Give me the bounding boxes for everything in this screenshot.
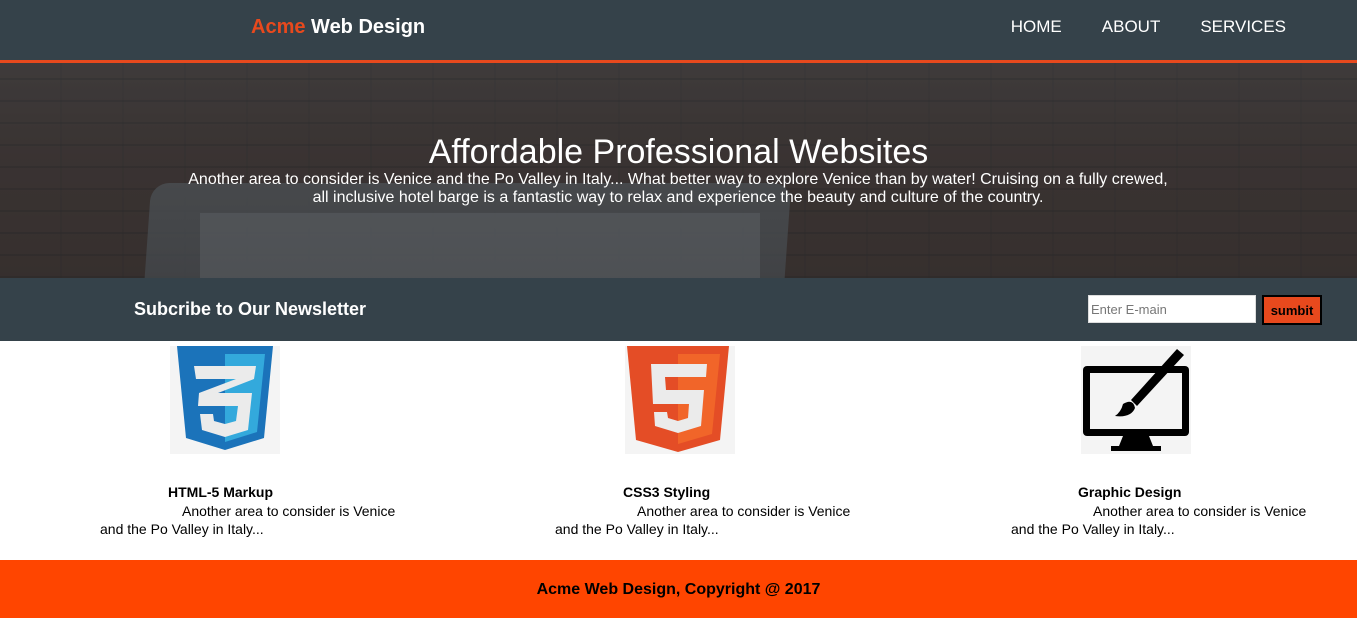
brand-logo[interactable]: Acme Web Design (251, 16, 425, 39)
copyright-text: Acme Web Design, Copyright @ 2017 (536, 581, 821, 598)
newsletter-section: Subcribe to Our Newsletter sumbit (0, 278, 1357, 341)
feature-title: HTML-5 Markup (168, 484, 273, 500)
newsletter-title: Subcribe to Our Newsletter (134, 299, 367, 319)
feature-title: Graphic Design (1078, 484, 1182, 500)
feature-text: Another area to consider is Venice and t… (555, 503, 851, 537)
main-nav: HOME ABOUT SERVICES (1011, 17, 1286, 37)
monitor-brush-icon (1081, 346, 1191, 454)
html5-logo-icon (625, 346, 735, 454)
nav-home-link[interactable]: HOME (1011, 17, 1062, 37)
email-input[interactable] (1088, 295, 1256, 323)
site-footer: Acme Web Design, Copyright @ 2017 (0, 560, 1357, 618)
showcase-text-line2: all inclusive hotel barge is a fantastic… (312, 189, 1044, 206)
nav-about-link[interactable]: ABOUT (1102, 17, 1161, 37)
feature-title: CSS3 Styling (623, 484, 711, 500)
nav-services-link[interactable]: SERVICES (1200, 17, 1286, 37)
css3-logo-icon (170, 346, 280, 454)
showcase-text: Another area to consider is Venice and t… (183, 171, 1173, 207)
showcase-banner: Affordable Professional Websites Another… (0, 63, 1357, 278)
feature-text: Another area to consider is Venice and t… (1011, 503, 1307, 537)
brand-highlight: Acme (251, 16, 306, 38)
showcase-text-line1: Another area to consider is Venice and t… (188, 171, 1168, 188)
showcase-title: Affordable Professional Websites (428, 133, 929, 171)
brand-name: Web Design (311, 16, 426, 38)
feature-text: Another area to consider is Venice and t… (100, 503, 396, 537)
site-header: Acme Web Design HOME ABOUT SERVICES (0, 0, 1357, 63)
submit-button[interactable]: sumbit (1262, 295, 1322, 325)
